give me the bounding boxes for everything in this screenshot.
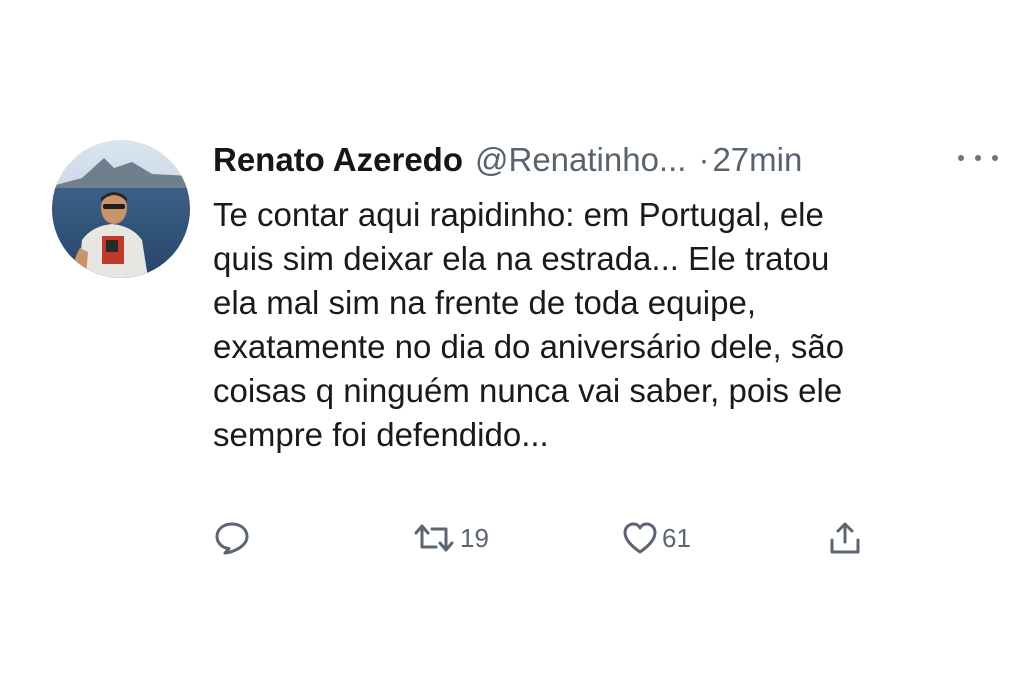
like-count: 61 — [662, 522, 691, 553]
like-button[interactable]: 61 — [622, 518, 691, 558]
tweet-text-line: coisas q ninguém nunca vai saber, pois e… — [213, 372, 843, 409]
reply-button[interactable] — [214, 518, 250, 558]
tweet-card[interactable]: Renato Azeredo @Renatinho... · 27min Te … — [0, 118, 1024, 566]
tweet-text: Te contar aqui rapidinho: em Portugal, e… — [213, 193, 1013, 457]
retweet-icon — [414, 524, 454, 552]
tweet-actions-bar: 19 61 — [0, 518, 1024, 558]
author-handle[interactable]: @Renatinho... — [475, 138, 686, 182]
tweet-text-line: ela mal sim na frente de toda equipe, — [213, 284, 757, 321]
tweet-text-line: quis sim deixar ela na estrada... Ele tr… — [213, 240, 830, 277]
tweet-text-line: Te contar aqui rapidinho: em Portugal, e… — [213, 196, 824, 233]
tweet-timestamp[interactable]: 27min — [712, 138, 802, 182]
share-icon — [830, 522, 860, 554]
heart-icon — [623, 522, 657, 554]
reply-bubble-icon — [215, 522, 249, 555]
tweet-text-line: sempre foi defendido... — [213, 416, 549, 453]
tweet-text-line: exatamente no dia do aniversário dele, s… — [213, 328, 845, 365]
avatar-photo — [52, 140, 190, 278]
author-name[interactable]: Renato Azeredo — [213, 138, 463, 182]
share-button[interactable] — [827, 518, 863, 558]
avatar[interactable] — [52, 140, 190, 278]
retweet-button[interactable]: 19 — [412, 518, 489, 558]
tweet-header: Renato Azeredo @Renatinho... · 27min — [213, 138, 802, 182]
more-options-icon[interactable] — [958, 152, 998, 164]
separator-dot: · — [698, 141, 710, 178]
retweet-count: 19 — [460, 522, 489, 553]
